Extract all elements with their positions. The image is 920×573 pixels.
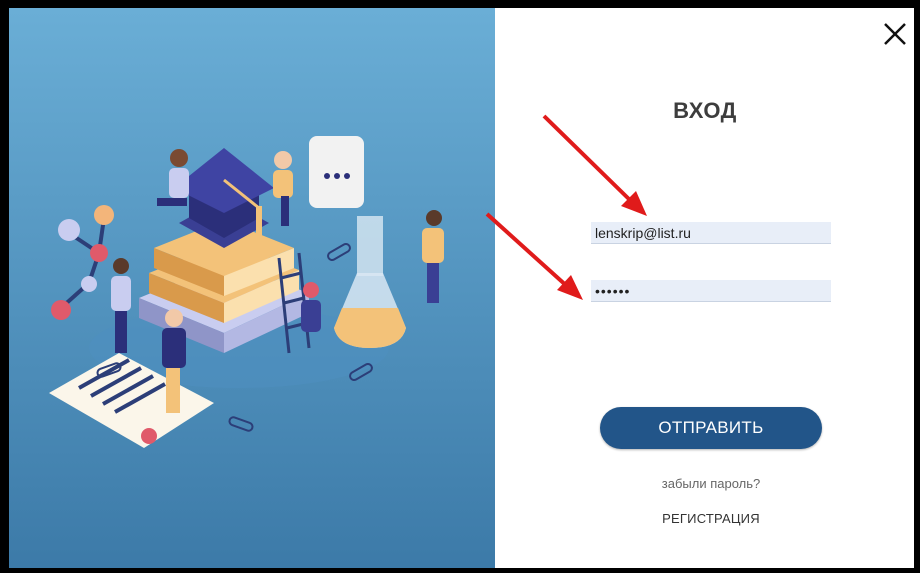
education-illustration — [9, 8, 495, 568]
password-field[interactable] — [591, 280, 831, 302]
annotation-arrow-password — [485, 212, 583, 300]
register-link[interactable]: РЕГИСТРАЦИЯ — [600, 511, 822, 526]
email-field[interactable] — [591, 222, 831, 244]
dialog-title: ВХОД — [673, 98, 737, 123]
submit-button[interactable]: ОТПРАВИТЬ — [600, 407, 822, 449]
annotation-arrow-email — [542, 114, 647, 216]
login-dialog: ВХОД ОТПРАВИТЬ забыли пароль? РЕГИСТРАЦИ… — [9, 8, 914, 568]
close-icon[interactable] — [875, 14, 914, 54]
forgot-password-link[interactable]: забыли пароль? — [600, 476, 822, 491]
